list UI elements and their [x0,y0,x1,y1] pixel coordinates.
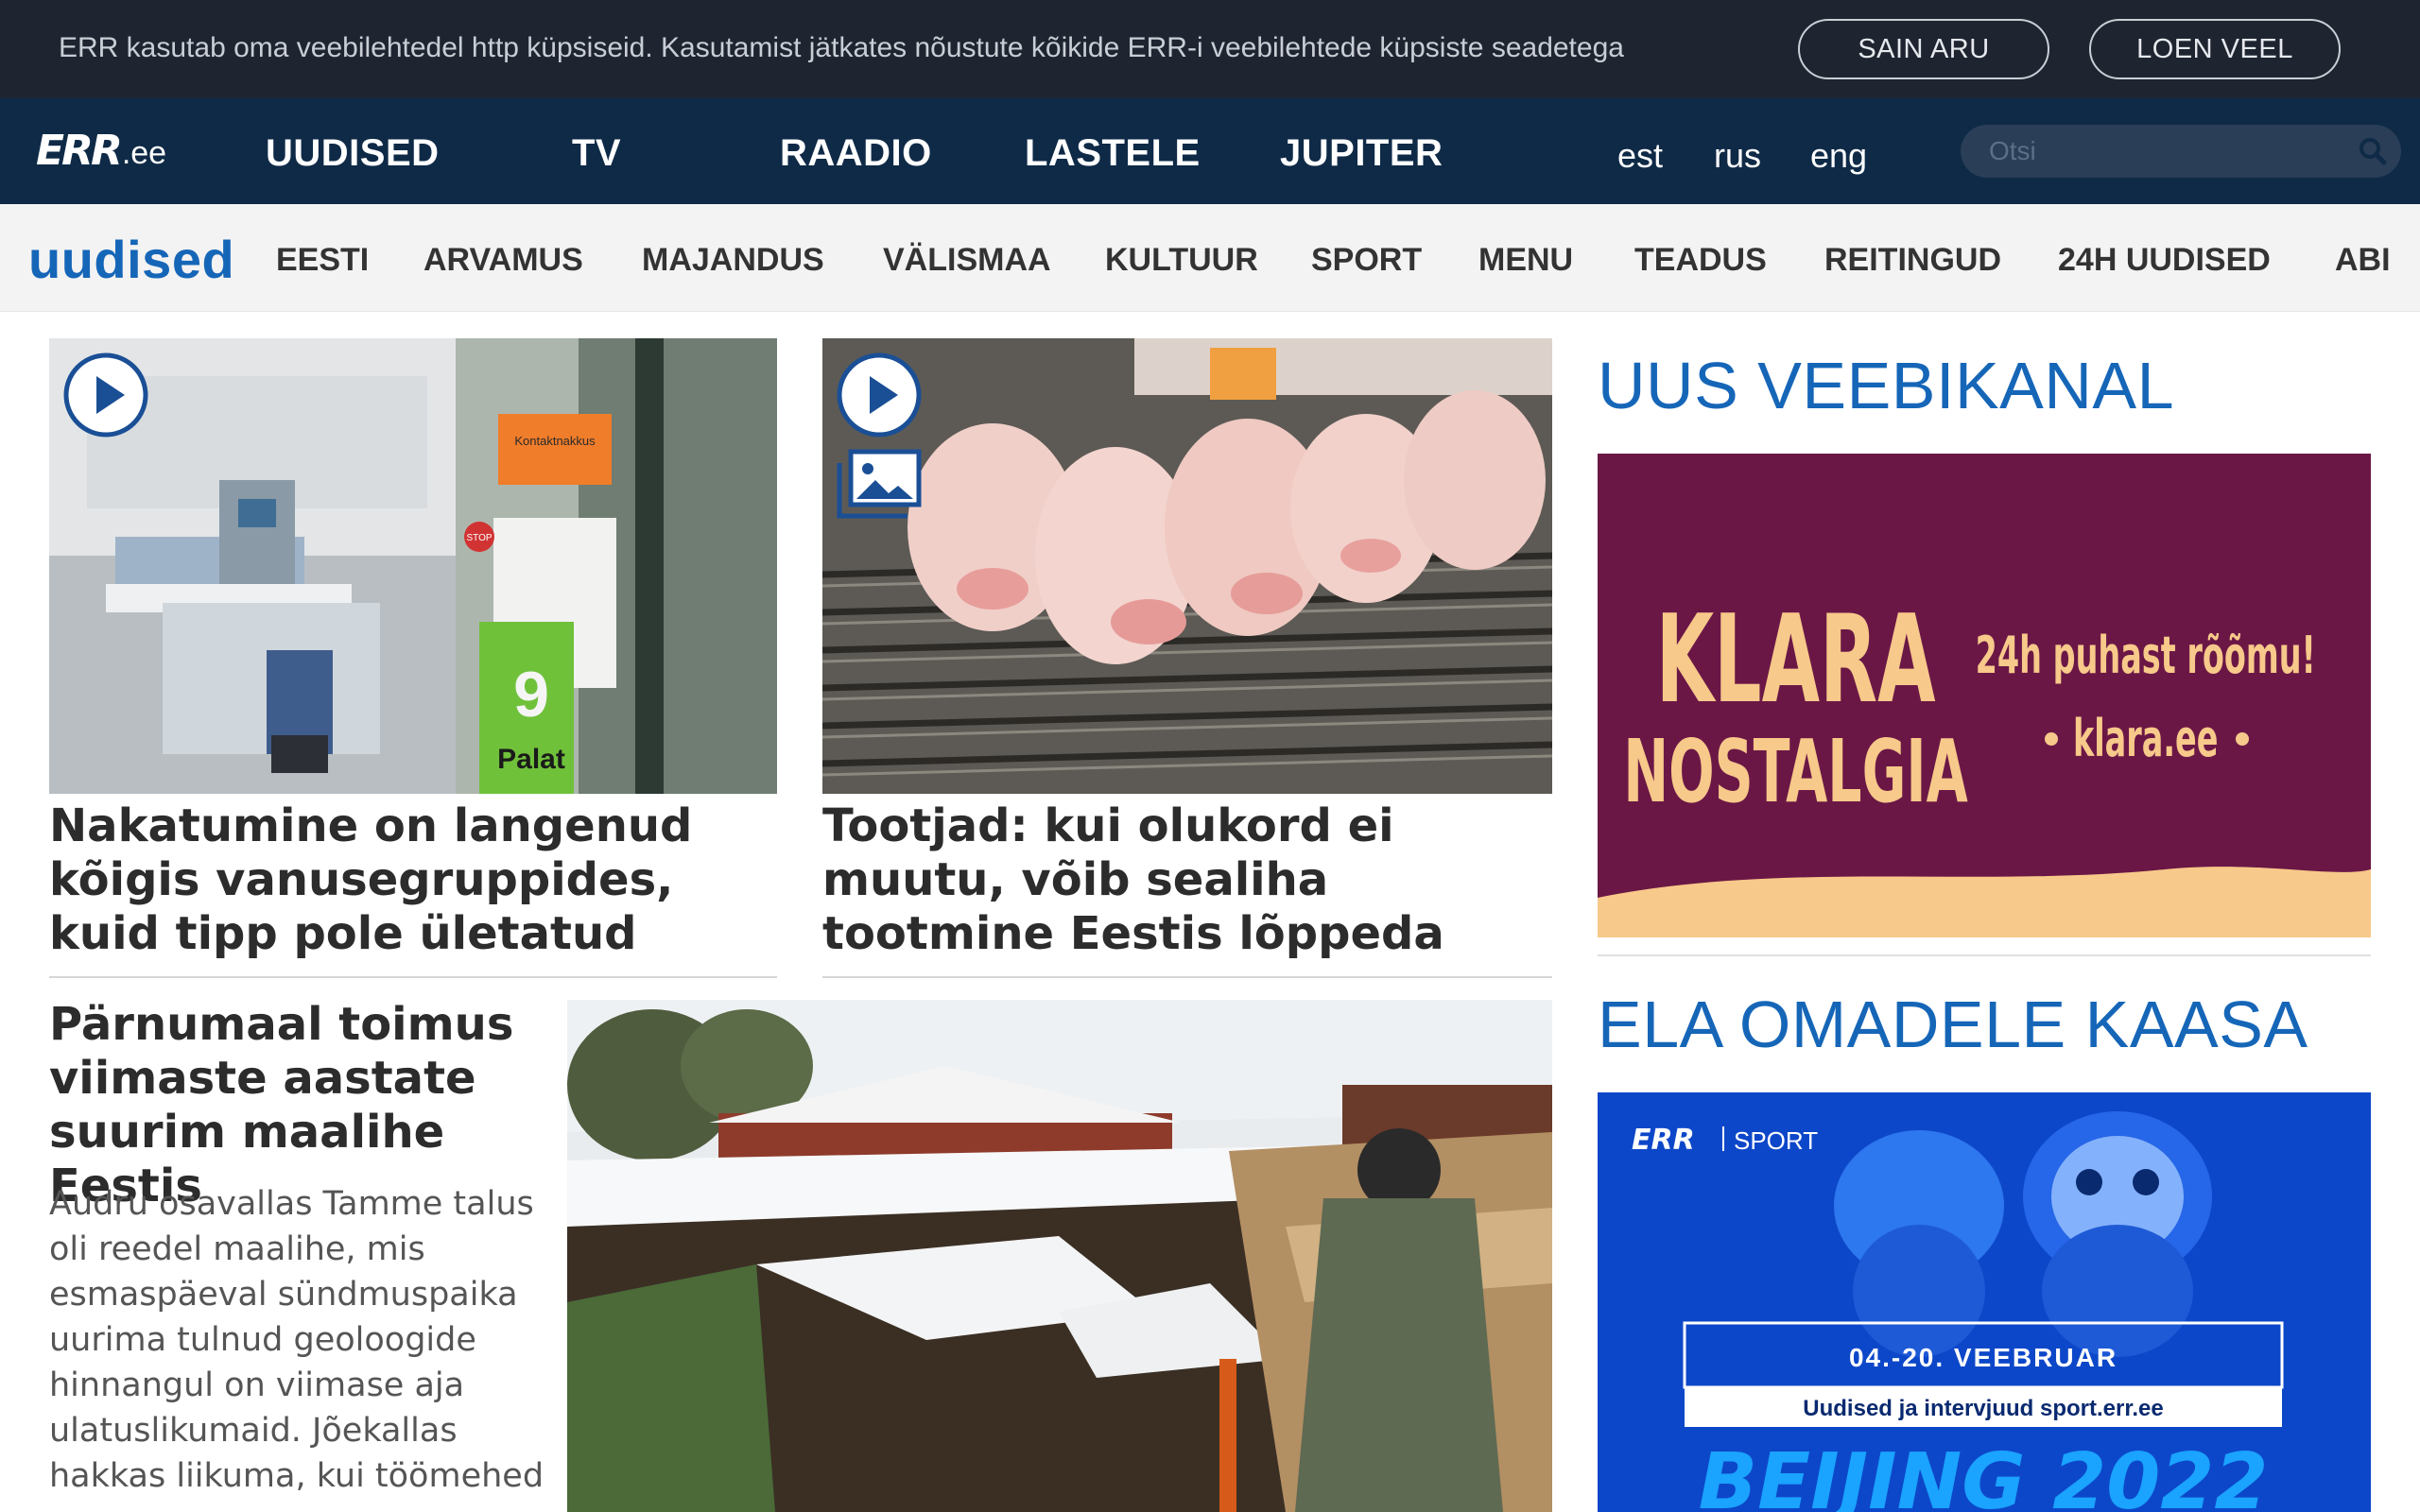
sport-banner-art: ERR SPORT 04.-20. VEEBRUAR Uudised ja in… [1598,1092,2371,1512]
klara-banner-art: KLARA NOSTALGIA 24h puhast rõõmu! klara.… [1598,454,2371,937]
pigs-photo [822,338,1552,794]
subnav-sport[interactable]: SPORT [1311,242,1422,279]
article-lead: Audru osavallas Tamme talus oli reedel m… [49,1185,544,1495]
article-headline[interactable]: Nakatumine on langenud kõigis vanusegrup… [49,799,777,961]
nav-tv[interactable]: TV [572,132,621,175]
logo-mark: ERR [36,127,123,175]
gallery-icon[interactable] [836,448,923,520]
klara-tagline: 24h puhast rõõmu! [1976,626,2316,686]
article-divider [822,976,1552,978]
cookie-text: ERR kasutab oma veebilehtedel http küpsi… [59,32,1624,63]
landslide-photo [567,1000,1552,1512]
search-box [1961,125,2401,178]
article-headline[interactable]: Tootjad: kui olukord ei muutu, võib seal… [822,799,1552,961]
klara-url: klara.ee [2073,709,2219,769]
section-title[interactable]: uudised [28,229,234,290]
nav-uudised[interactable]: UUDISED [266,132,440,175]
play-icon[interactable] [836,352,923,438]
subnav-valismaa[interactable]: VÄLISMAA [883,242,1051,279]
subnav-eesti[interactable]: EESTI [276,242,369,279]
subnav-menu[interactable]: MENU [1478,242,1573,279]
sport-subline: Uudised ja intervjuud sport.err.ee [1803,1396,2163,1421]
search-icon[interactable] [2358,136,2388,166]
section-nav: uudised EESTI ARVAMUS MAJANDUS VÄLISMAA … [0,204,2420,312]
subnav-majandus[interactable]: MAJANDUS [642,242,824,279]
klara-title-line2: NOSTALGIA [1623,722,1967,823]
cookie-banner: ERR kasutab oma veebilehtedel http küpsi… [0,0,2420,98]
search-input[interactable] [1989,132,2348,170]
article-image-landslide[interactable] [567,1000,1552,1512]
play-icon[interactable] [62,352,149,438]
klara-nostalgia-banner[interactable]: KLARA NOSTALGIA 24h puhast rõõmu! klara.… [1598,454,2371,937]
nav-jupiter[interactable]: JUPITER [1280,132,1443,175]
sport-dates: 04.-20. VEEBRUAR [1849,1343,2118,1372]
article-image-pigs[interactable] [822,338,1552,794]
subnav-reitingud[interactable]: REITINGUD [1824,242,2001,279]
cookie-accept-button[interactable]: SAIN ARU [1798,19,2049,79]
subnav-arvamus[interactable]: ARVAMUS [424,242,583,279]
lang-eng[interactable]: eng [1810,136,1867,176]
subnav-abi[interactable]: ABI [2335,242,2391,279]
article-image-hospital[interactable]: Kontaktnakkus STOP 9 Palat [49,338,777,794]
err-logo[interactable]: ERR .ee [36,130,166,172]
err-sport-beijing-banner[interactable]: ERR SPORT 04.-20. VEEBRUAR Uudised ja in… [1598,1092,2371,1512]
hospital-photo: Kontaktnakkus STOP 9 Palat [49,338,777,794]
door-sign-text: Kontaktnakkus [514,434,596,448]
subnav-teadus[interactable]: TEADUS [1634,242,1767,279]
sport-channel: SPORT [1734,1126,1818,1155]
subnav-kultuur[interactable]: KULTUUR [1105,242,1258,279]
subnav-24h-uudised[interactable]: 24H UUDISED [2058,242,2271,279]
sport-bottom-text: BEIJING 2022 [1699,1437,2269,1512]
article-divider [49,976,777,978]
nav-lastele[interactable]: LASTELE [1025,132,1201,175]
cookie-read-more-button[interactable]: LOEN VEEL [2089,19,2341,79]
klara-title-line1: KLARA [1656,590,1936,730]
lang-est[interactable]: est [1617,136,1663,176]
logo-tld: .ee [121,135,167,171]
room-number-text: 9 [513,659,549,730]
sidebar-heading-channel: UUS VEEBIKANAL [1598,349,2174,422]
sport-brand: ERR [1632,1124,1695,1157]
stop-sign-text: STOP [466,533,492,543]
nav-raadio[interactable]: RAADIO [780,132,932,175]
lang-rus[interactable]: rus [1714,136,1761,176]
sidebar-heading-sport: ELA OMADELE KAASA [1598,988,2308,1061]
main-nav: ERR .ee UUDISED TV RAADIO LASTELE JUPITE… [0,98,2420,204]
room-word-text: Palat [497,744,565,775]
sidebar-divider [1598,954,2371,956]
